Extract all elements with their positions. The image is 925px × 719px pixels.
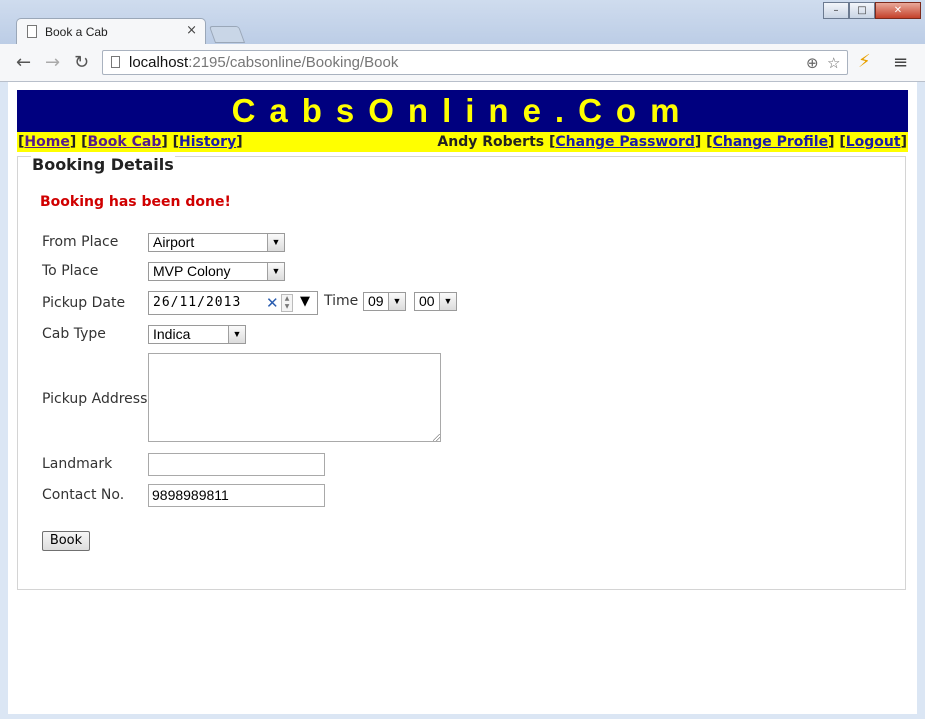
forward-icon[interactable]: → (45, 52, 60, 73)
from-place-select[interactable]: Airport ▼ (148, 233, 285, 252)
from-place-value: Airport (153, 234, 195, 250)
nav-home-link[interactable]: Home (24, 134, 69, 150)
cab-type-select[interactable]: Indica ▼ (148, 325, 246, 344)
menu-icon[interactable]: ≡ (893, 52, 908, 73)
pickup-date-value: 26/11/2013 (153, 295, 242, 310)
minute-select[interactable]: 00 ▼ (414, 292, 457, 311)
page-info-icon (111, 56, 120, 68)
page-viewport: CabsOnline.Com [Home] [Book Cab] [Histor… (8, 82, 917, 714)
tab-close-icon[interactable]: × (186, 23, 197, 38)
nav-left: [Home] [Book Cab] [History] (18, 134, 243, 150)
contact-input[interactable]: 9898989811 (148, 484, 325, 507)
pickup-date-input[interactable]: 26/11/2013 ✕ ▲ ▼ ▼ (148, 291, 318, 315)
cab-type-value: Indica (153, 326, 191, 342)
chevron-down-icon: ▼ (228, 326, 245, 343)
nav-book-cab-link[interactable]: Book Cab (88, 134, 162, 150)
close-window-button[interactable]: ✕ (875, 2, 921, 19)
page-icon (27, 25, 37, 38)
chevron-down-icon: ▼ (388, 293, 405, 310)
landmark-input[interactable] (148, 453, 325, 476)
url-text: localhost:2195/cabsonline/Booking/Book (129, 54, 398, 71)
browser-tab[interactable]: Book a Cab × (16, 18, 206, 44)
chevron-down-icon: ▼ (439, 293, 456, 310)
chevron-down-icon: ▼ (267, 263, 284, 280)
nav-history-link[interactable]: History (179, 134, 236, 150)
nav-right: Andy Roberts [Change Password] [Change P… (437, 134, 907, 150)
reload-icon[interactable]: ↻ (74, 52, 89, 73)
tab-title: Book a Cab (45, 25, 108, 39)
maximize-button[interactable]: □ (849, 2, 875, 19)
site-navbar: [Home] [Book Cab] [History] Andy Roberts… (17, 132, 908, 152)
window-controls: – □ ✕ (823, 2, 921, 19)
browser-toolbar: ← → ↻ localhost:2195/cabsonline/Booking/… (0, 44, 925, 82)
zoom-icon[interactable]: ⊕ (806, 54, 819, 72)
book-button[interactable]: Book (42, 531, 90, 551)
to-place-value: MVP Colony (153, 263, 231, 279)
extension-icon[interactable]: ⚡ (858, 51, 871, 72)
time-label: Time (324, 293, 359, 309)
from-place-label: From Place (42, 234, 119, 250)
change-password-link[interactable]: Change Password (555, 134, 695, 150)
url-path: :2195/cabsonline/Booking/Book (188, 54, 399, 71)
cab-type-label: Cab Type (42, 326, 106, 342)
logout-link[interactable]: Logout (846, 134, 901, 150)
to-place-label: To Place (42, 263, 99, 279)
date-spinner[interactable]: ▲ ▼ (281, 294, 293, 312)
clear-date-icon[interactable]: ✕ (266, 294, 279, 312)
chevron-down-icon: ▼ (267, 234, 284, 251)
site-banner: CabsOnline.Com (17, 90, 908, 132)
minimize-button[interactable]: – (823, 2, 849, 19)
browser-window: – □ ✕ Book a Cab × ← → ↻ localhost:2195/… (0, 0, 925, 719)
back-icon[interactable]: ← (16, 52, 31, 73)
new-tab-button[interactable] (208, 26, 246, 43)
pickup-date-label: Pickup Date (42, 295, 126, 311)
bookmark-star-icon[interactable]: ☆ (827, 54, 840, 72)
calendar-dropdown-icon[interactable]: ▼ (300, 294, 310, 309)
user-name: Andy Roberts (437, 134, 545, 150)
status-message: Booking has been done! (40, 194, 231, 210)
textarea-resize-area (148, 353, 441, 442)
address-bar[interactable]: localhost:2195/cabsonline/Booking/Book ⊕… (102, 50, 848, 75)
pickup-address-label: Pickup Address (42, 391, 148, 407)
minute-value: 00 (419, 293, 435, 309)
url-host: localhost (129, 54, 189, 71)
change-profile-link[interactable]: Change Profile (713, 134, 829, 150)
hour-select[interactable]: 09 ▼ (363, 292, 406, 311)
title-bar: – □ ✕ Book a Cab × (0, 0, 925, 44)
hour-value: 09 (368, 293, 384, 309)
resize-grip-icon[interactable] (433, 434, 440, 441)
landmark-label: Landmark (42, 456, 113, 472)
booking-legend: Booking Details (31, 155, 175, 174)
contact-label: Contact No. (42, 487, 125, 503)
to-place-select[interactable]: MVP Colony ▼ (148, 262, 285, 281)
